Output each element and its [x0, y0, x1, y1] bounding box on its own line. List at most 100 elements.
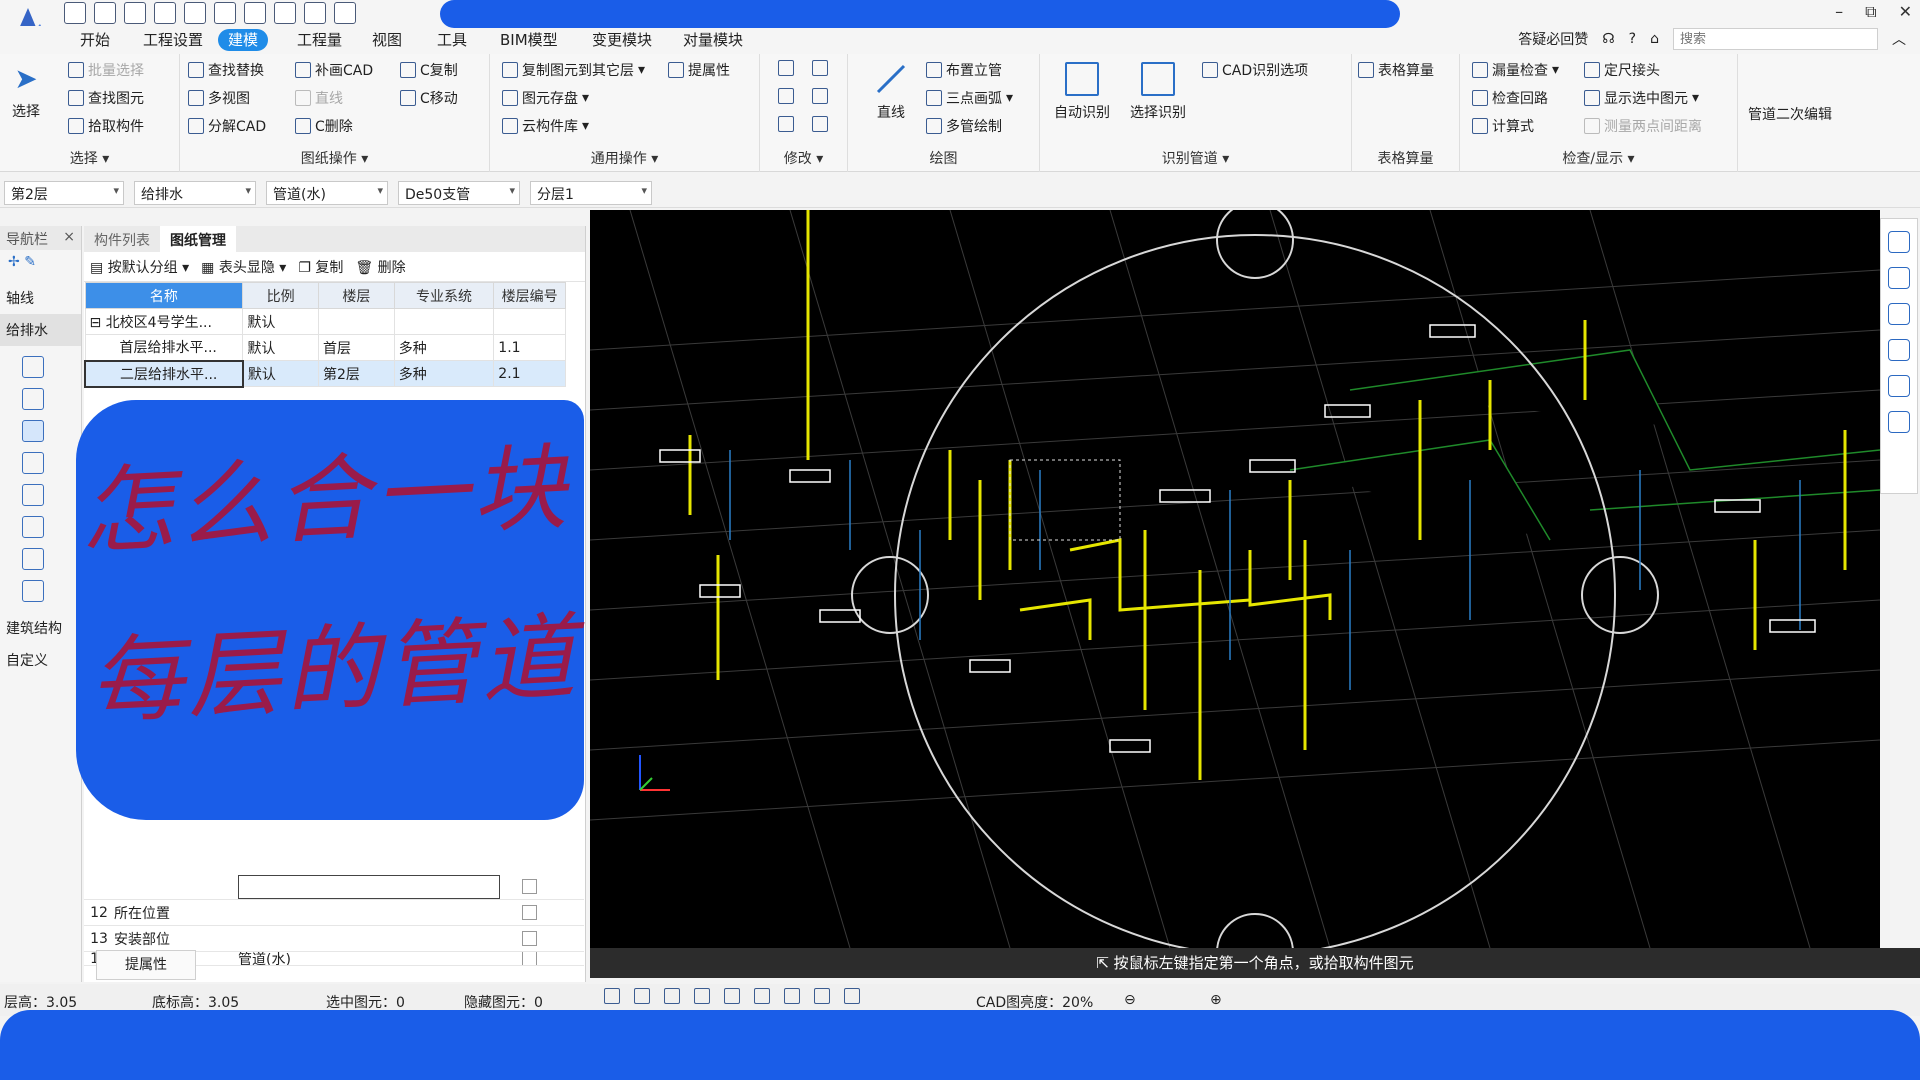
layer-icon[interactable]	[814, 988, 830, 1004]
pipe-accessory-icon[interactable]	[22, 516, 44, 538]
check-loop-button[interactable]: 检查回路	[1472, 88, 1548, 108]
copy-to-floor-button[interactable]: 复制图元到其它层 ▾	[502, 60, 645, 80]
menu-start[interactable]: 开始	[70, 29, 120, 51]
search-input[interactable]	[1673, 28, 1878, 50]
2d-view-icon[interactable]	[1888, 267, 1910, 289]
split-cad-button[interactable]: 分解CAD	[188, 116, 266, 136]
pipe-edit-button[interactable]: 管道二次编辑	[1748, 104, 1832, 124]
upload-icon[interactable]	[64, 2, 86, 24]
property-edit-field[interactable]	[238, 874, 500, 899]
delete-icon[interactable]	[778, 116, 794, 132]
menu-quantity[interactable]: 工程量	[287, 29, 352, 51]
rotate-icon[interactable]	[812, 116, 828, 132]
cube-icon[interactable]	[694, 988, 710, 1004]
measure-distance-button[interactable]: 测量两点间距离	[1584, 116, 1702, 136]
property-checkbox[interactable]	[522, 905, 537, 920]
table-row[interactable]: 首层给排水平... 默认 首层 多种 1.1	[84, 334, 566, 361]
menu-tools[interactable]: 工具	[427, 29, 477, 51]
edit-icon[interactable]: ✎	[24, 254, 36, 270]
multi-view-button[interactable]: 多视图	[188, 88, 250, 108]
select-button[interactable]: ➤ 选择	[12, 62, 40, 121]
extract-attr-button[interactable]: 提属性	[668, 60, 730, 80]
display-mode-icon[interactable]	[1888, 339, 1910, 361]
move-icon[interactable]	[778, 88, 794, 104]
close-button[interactable]: ✕	[1899, 2, 1912, 22]
group-title-check[interactable]: 检查/显示 ▾	[1460, 148, 1737, 168]
col-floor[interactable]: 楼层	[318, 282, 395, 309]
c-delete-button[interactable]: C删除	[295, 116, 353, 136]
rotate-view-icon[interactable]	[1888, 375, 1910, 397]
minimize-button[interactable]: –	[1835, 2, 1843, 22]
group-title-recognize[interactable]: 识别管道 ▾	[1040, 148, 1351, 168]
sync-icon[interactable]	[334, 2, 356, 24]
ortho-icon[interactable]	[634, 988, 650, 1004]
menu-modeling[interactable]: 建模	[218, 29, 269, 51]
multi-pipe-button[interactable]: 多管绘制	[926, 116, 1002, 136]
restore-button[interactable]: ⧉	[1865, 2, 1876, 22]
3d-view-icon[interactable]	[1888, 303, 1910, 325]
fixture-icon[interactable]	[22, 356, 44, 378]
extract-attr-panel-button[interactable]: 提属性	[96, 950, 196, 980]
col-system[interactable]: 专业系统	[393, 282, 495, 309]
col-floor-no[interactable]: 楼层编号	[493, 282, 566, 309]
menu-change-module[interactable]: 变更模块	[582, 29, 662, 51]
add-cad-button[interactable]: 补画CAD	[295, 60, 373, 80]
nav-item-axis[interactable]: 轴线	[0, 282, 81, 314]
group-default-button[interactable]: ▤ 按默认分组 ▾	[90, 257, 189, 277]
cross-snap-icon[interactable]	[724, 988, 740, 1004]
nav-item-building[interactable]: 建筑结构	[0, 612, 81, 644]
menu-bim-model[interactable]: BIM模型	[490, 29, 568, 51]
collapse-ribbon-icon[interactable]: ︿	[1892, 29, 1906, 49]
group-title-general-ops[interactable]: 通用操作 ▾	[490, 148, 759, 168]
c-copy-button[interactable]: C复制	[400, 60, 458, 80]
component-select[interactable]: De50支管	[398, 181, 520, 205]
angle-icon[interactable]	[754, 988, 770, 1004]
help-link[interactable]: 答疑必回赞	[1518, 29, 1588, 49]
question-icon[interactable]: ?	[1629, 31, 1636, 47]
open-folder-icon[interactable]	[124, 2, 146, 24]
property-checkbox[interactable]	[522, 931, 537, 946]
floor-select[interactable]: 第2层	[4, 181, 124, 205]
copy-icon[interactable]	[778, 60, 794, 76]
mirror-icon[interactable]	[812, 88, 828, 104]
extend-icon[interactable]	[812, 60, 828, 76]
save-icon[interactable]	[154, 2, 176, 24]
pipe-icon[interactable]	[22, 420, 44, 442]
headset-icon[interactable]: ☊	[1602, 31, 1614, 47]
line-button[interactable]: 直线	[295, 88, 343, 108]
menu-view[interactable]: 视图	[362, 29, 412, 51]
sum-icon[interactable]	[244, 2, 266, 24]
straight-line-button[interactable]: 直线	[874, 62, 908, 122]
tab-drawing-management[interactable]: 图纸管理	[160, 226, 236, 252]
add-point-icon[interactable]	[784, 988, 800, 1004]
home-icon[interactable]: ⌂	[1650, 31, 1659, 47]
component-type-select[interactable]: 管道(水)	[266, 181, 388, 205]
add-icon[interactable]: ✢	[8, 254, 20, 270]
table-calc-button[interactable]: 表格算量	[1358, 60, 1434, 80]
header-toggle-button[interactable]: ▦ 表头显隐 ▾	[201, 257, 286, 277]
show-selected-button[interactable]: 显示选中图元 ▾	[1584, 88, 1699, 108]
three-point-arc-button[interactable]: 三点画弧 ▾	[926, 88, 1013, 108]
undo-icon[interactable]	[184, 2, 206, 24]
find-replace-button[interactable]: 查找替换	[188, 60, 264, 80]
valve-icon[interactable]	[22, 452, 44, 474]
col-scale[interactable]: 比例	[242, 282, 320, 309]
element-save-button[interactable]: 图元存盘 ▾	[502, 88, 589, 108]
snap-grid-icon[interactable]	[604, 988, 620, 1004]
redo-icon[interactable]	[214, 2, 236, 24]
menu-compare-module[interactable]: 对量模块	[673, 29, 753, 51]
nav-item-plumbing[interactable]: 给排水	[0, 314, 81, 346]
property-checkbox[interactable]	[522, 879, 537, 894]
support-icon[interactable]	[22, 580, 44, 602]
brightness-plus-icon[interactable]: ⊕	[1210, 992, 1222, 1008]
nav-item-custom[interactable]: 自定义	[0, 644, 81, 676]
equipment-icon[interactable]	[22, 388, 44, 410]
properties-icon[interactable]	[1888, 411, 1910, 433]
c-move-button[interactable]: C移动	[400, 88, 458, 108]
tab-component-list[interactable]: 构件列表	[84, 226, 160, 252]
cloud-library-button[interactable]: 云构件库 ▾	[502, 116, 589, 136]
col-name[interactable]: 名称	[84, 282, 244, 309]
formula-button[interactable]: 计算式	[1472, 116, 1534, 136]
layer-select[interactable]: 分层1	[530, 181, 652, 205]
table-row[interactable]: 二层给排水平... 默认 第2层 多种 2.1	[84, 359, 566, 388]
